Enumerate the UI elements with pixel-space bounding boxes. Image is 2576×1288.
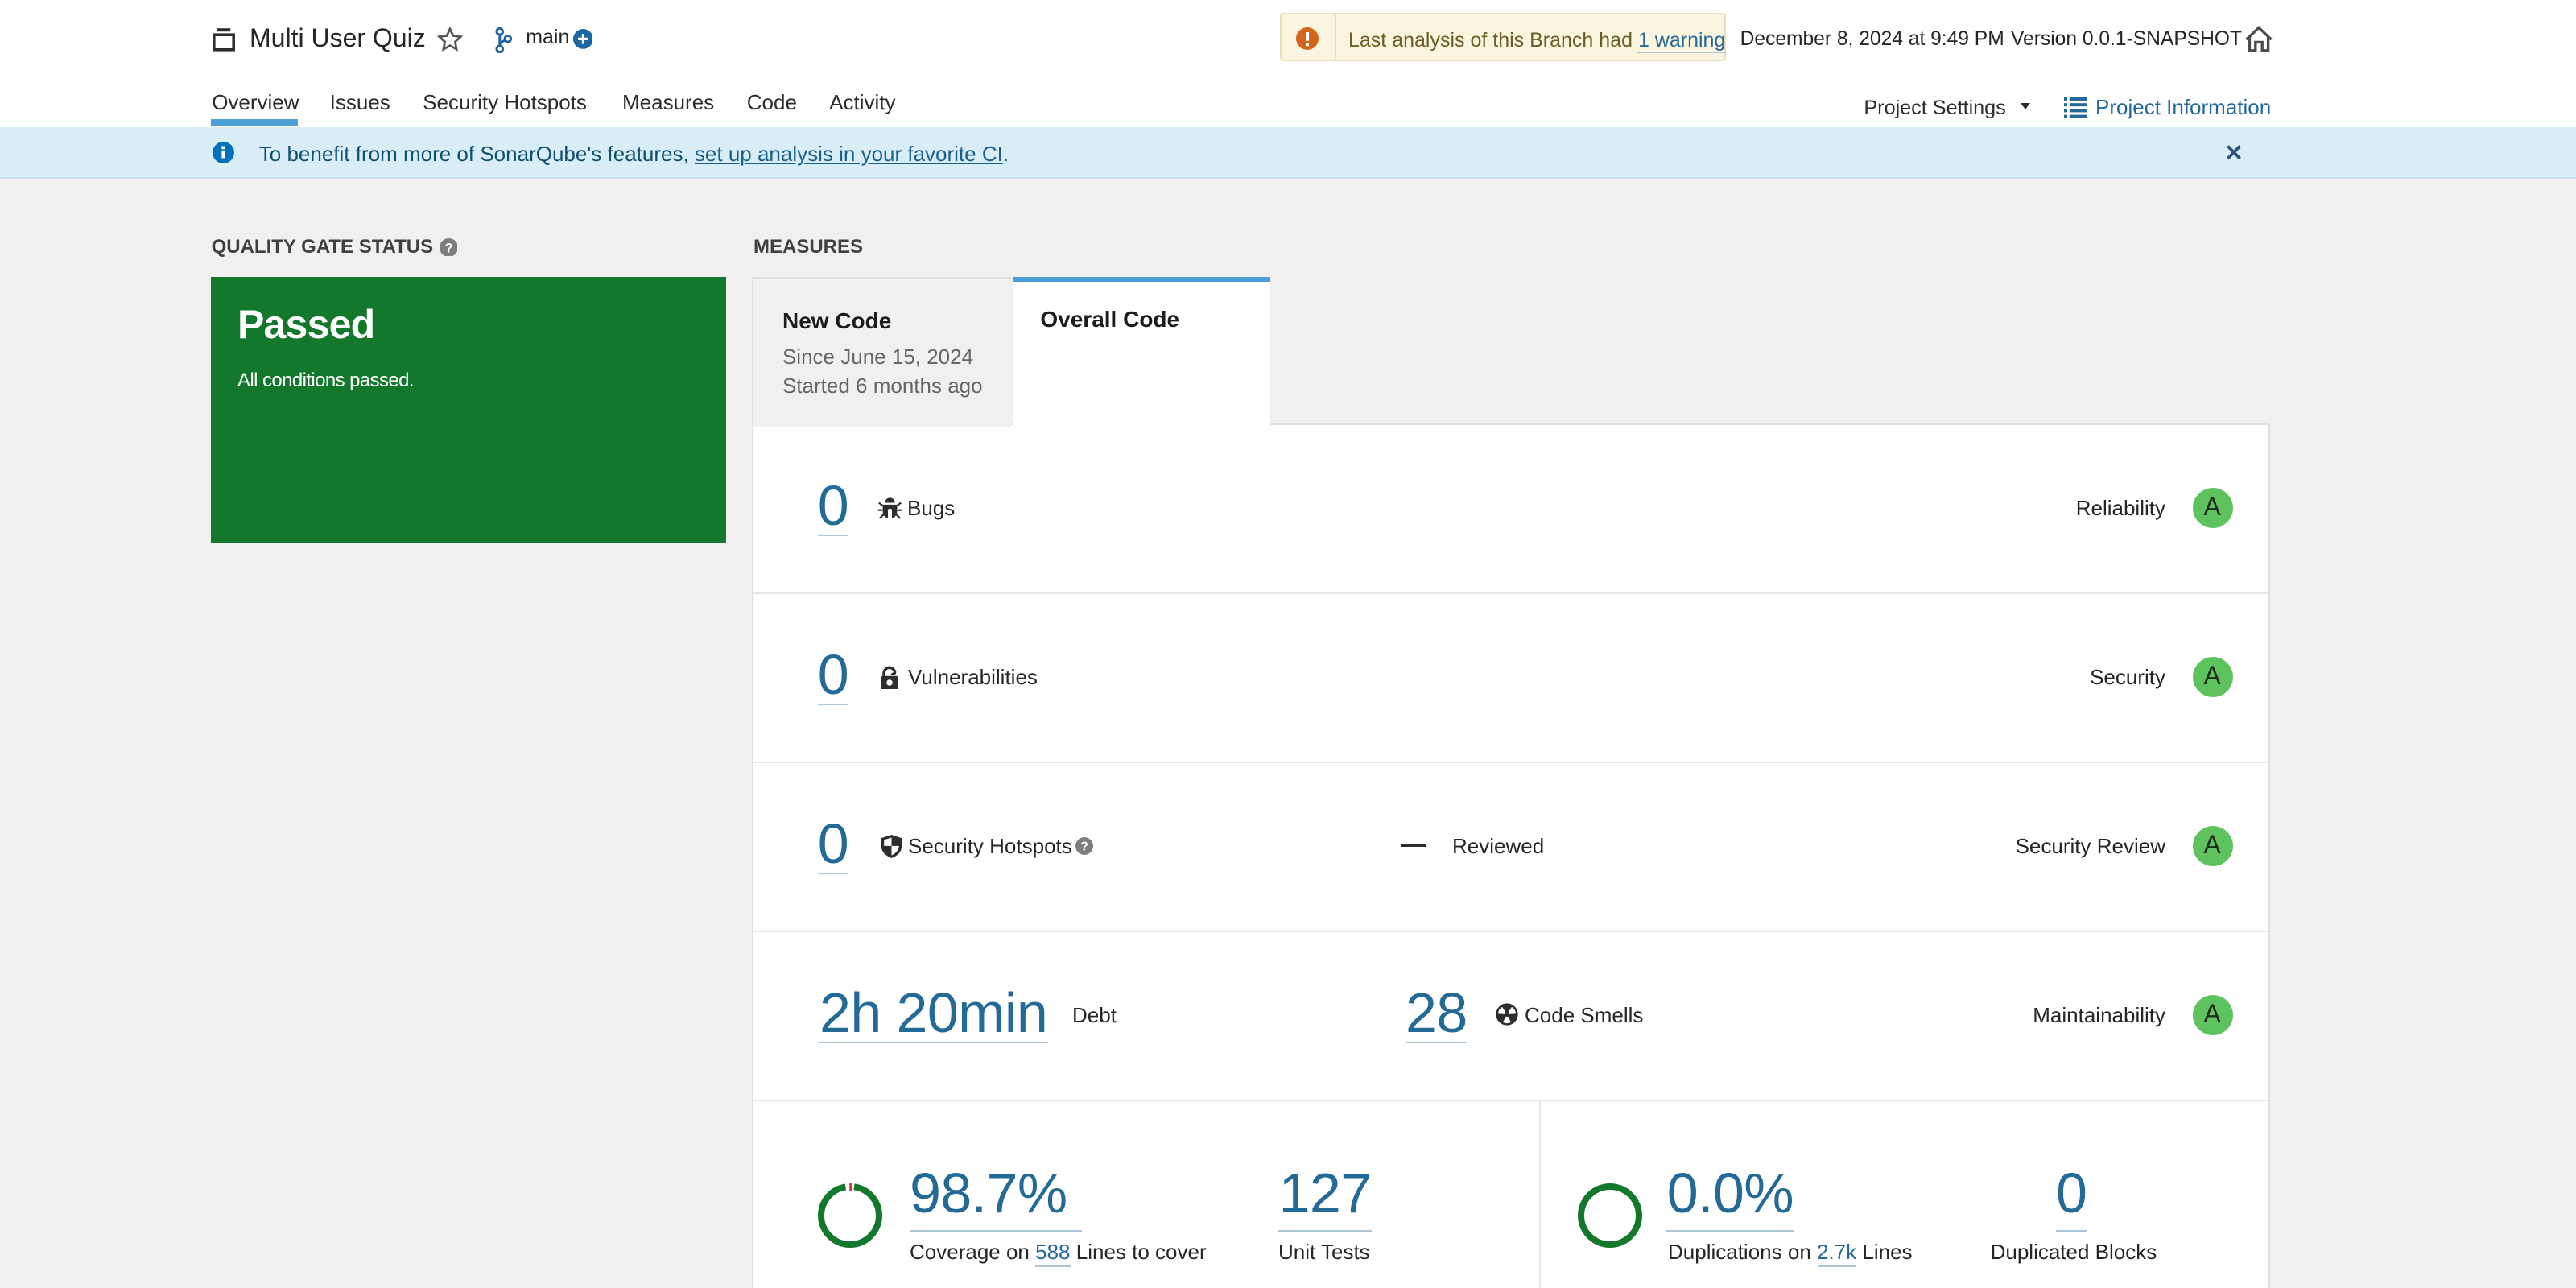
svg-text:?: ? bbox=[444, 240, 452, 254]
svg-text:?: ? bbox=[1080, 840, 1088, 853]
